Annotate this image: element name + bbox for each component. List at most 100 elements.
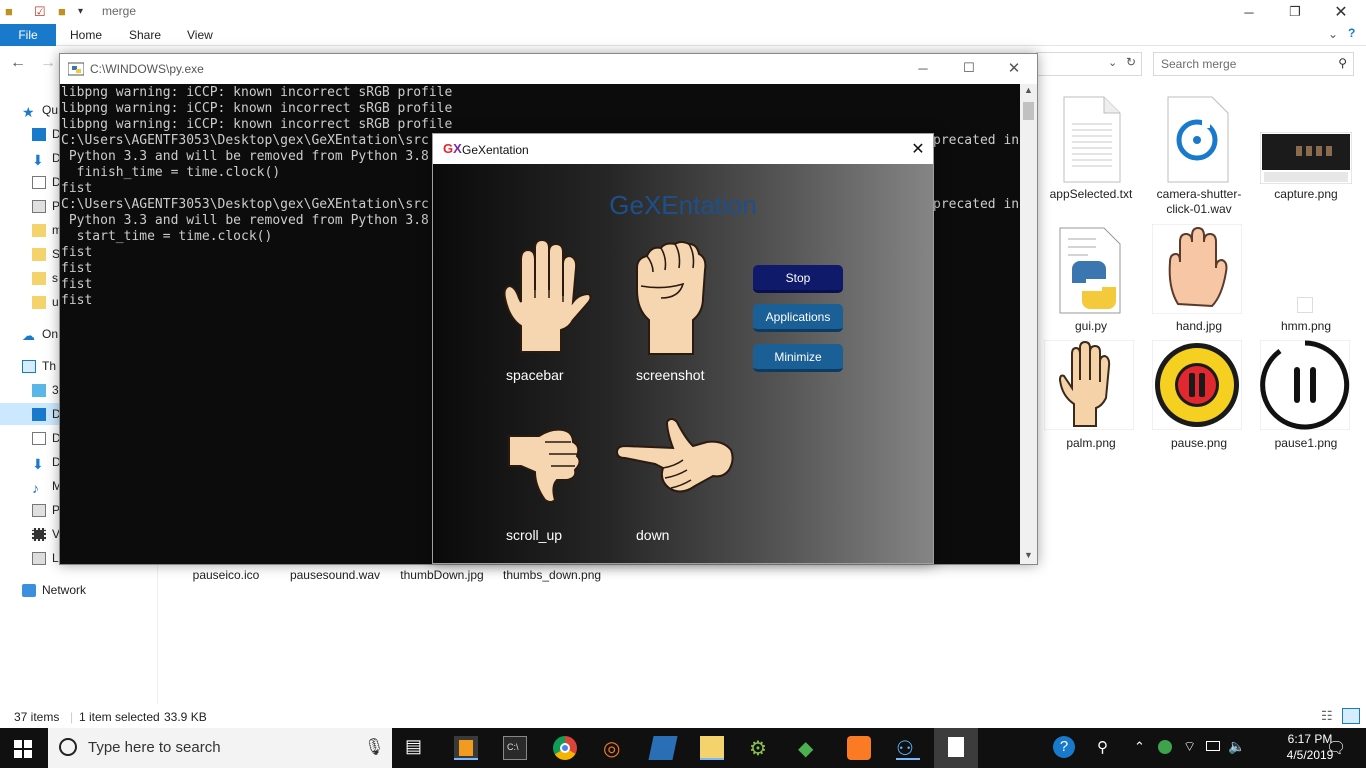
security-tray-icon[interactable] [1158,740,1172,754]
tab-view[interactable]: View [187,28,213,42]
file-label[interactable]: appSelected.txt [1043,187,1139,202]
chrome-icon[interactable] [553,736,577,760]
windows-start-icon[interactable] [14,740,32,758]
taskbar-search-box[interactable]: Type here to search 🎙 [48,728,392,768]
people-icon[interactable]: ⚲ [1097,738,1108,756]
address-dropdown-icon[interactable]: ⌄ [1108,56,1117,69]
details-view-icon[interactable]: ☷ [1321,708,1333,724]
forward-arrow-icon[interactable]: → [40,54,56,72]
desktop-icon [32,127,46,141]
file-label[interactable]: pause.png [1151,436,1247,451]
android-studio-icon[interactable]: ⚙ [749,736,773,760]
selected-count: 1 item selected [79,710,160,724]
gex-window-title: GeXentation [462,143,529,157]
pause1-image-icon[interactable] [1260,340,1350,430]
show-hidden-icons[interactable]: ⌃ [1134,739,1145,755]
address-bar[interactable]: ⌄ ↻ [1036,52,1142,76]
search-input[interactable]: Search merge ⚲ [1153,52,1354,76]
console-title-bar: C:\WINDOWS\py.exe ─ ☐ ✕ [60,54,1037,84]
ribbon-expand-icon[interactable]: ⌄ [1328,27,1338,41]
minimize-button[interactable]: Minimize [753,344,843,372]
palm-image-icon[interactable] [1044,340,1134,430]
file-label[interactable]: thumbs_down.png [503,568,601,583]
download-icon: ⬇ [32,151,44,168]
console-close-button[interactable]: ✕ [991,54,1037,82]
console-minimize-button[interactable]: ─ [900,54,946,82]
python-app-icon[interactable]: ⚇ [896,736,920,760]
task-view-icon[interactable]: ▤ [405,736,429,760]
console-line: libpng warning: iCCP: known incorrect sR… [61,101,453,116]
pause-image-icon[interactable] [1152,340,1242,430]
volume-icon[interactable]: 🔈 [1228,738,1245,755]
console-maximize-button[interactable]: ☐ [946,54,992,82]
tab-file[interactable]: File [0,24,56,46]
explorer-maximize-button[interactable]: ❐ [1272,0,1318,24]
point-gesture-icon [615,418,734,493]
nav-network[interactable]: Network [22,579,180,601]
back-arrow-icon[interactable]: ← [10,54,26,72]
gex-heading: GeXEntation [609,190,757,220]
file-label[interactable]: palm.png [1043,436,1139,451]
help-icon[interactable]: ? [1348,26,1355,40]
python-file-icon[interactable] [1058,227,1122,315]
file-label[interactable]: thumbDown.jpg [394,568,490,583]
image-file-icon[interactable] [1260,132,1352,184]
git-icon[interactable]: ◆ [798,736,822,760]
file-label[interactable]: hmm.png [1258,319,1354,334]
gex-close-button[interactable]: ✕ [895,134,941,164]
refresh-icon[interactable]: ↻ [1126,55,1136,69]
command-prompt-icon[interactable]: C:\ [503,736,527,760]
file-label[interactable]: pause1.png [1258,436,1354,451]
console-scroll-thumb[interactable] [1023,102,1034,120]
document-icon [32,175,46,189]
explorer-close-button[interactable]: ✕ [1318,0,1364,24]
file-label[interactable]: pauseico.ico [178,568,274,583]
text-file-icon[interactable] [1058,96,1122,184]
gex-title-bar: GX GeXentation ✕ [433,134,933,164]
python-console-icon [68,62,84,76]
stop-button[interactable]: Stop [753,265,843,293]
wifi-icon[interactable]: ⌔ [1183,738,1196,756]
folder-icon [32,247,46,261]
app-icon[interactable] [648,736,678,760]
blank-image-icon[interactable] [1297,297,1313,313]
folder-icon [32,223,46,237]
folder-icon: ■ [5,4,13,19]
pictures-icon [32,199,46,213]
applications-button[interactable]: Applications [753,304,843,332]
jupyter-icon[interactable]: ◎ [603,736,627,760]
help-tray-icon[interactable]: ? [1053,736,1075,758]
scroll-down-icon[interactable]: ▼ [1024,550,1033,560]
videos-icon [32,527,46,541]
gex-content: GeXEntation spacebar screenshot scroll_u… [433,164,933,563]
file-label[interactable]: hand.jpg [1151,319,1247,334]
status-divider: | [70,710,74,724]
console-scrollbar[interactable]: ▲ ▼ [1020,84,1037,564]
properties-icon[interactable]: ☑ [34,4,46,20]
battery-icon[interactable] [1206,741,1220,751]
sublime-text-icon[interactable] [454,736,478,760]
explorer-minimize-button[interactable]: ─ [1226,0,1272,24]
folder-icon [32,295,46,309]
xampp-icon[interactable] [847,736,871,760]
hand-image-icon[interactable] [1152,224,1242,314]
file-explorer-icon[interactable] [700,736,724,760]
tab-share[interactable]: Share [129,28,161,42]
active-window-button[interactable] [934,728,978,768]
audio-file-icon[interactable] [1166,96,1230,184]
console-line: libpng warning: iCCP: known incorrect sR… [61,117,453,132]
document-icon [32,431,46,445]
file-label[interactable]: capture.png [1258,187,1354,202]
tab-home[interactable]: Home [70,28,102,42]
desktop-icon [32,407,46,421]
microphone-icon[interactable]: 🎙 [364,737,384,757]
file-label[interactable]: camera-shutter-click-01.wav [1151,187,1247,217]
notifications-icon[interactable]: 🗨 [1326,738,1346,758]
file-label[interactable]: gui.py [1043,319,1139,334]
large-icons-view-icon[interactable] [1342,708,1360,724]
file-label[interactable]: pausesound.wav [287,568,383,583]
taskbar-search-placeholder: Type here to search [88,739,221,756]
scroll-up-icon[interactable]: ▲ [1024,85,1033,95]
new-folder-icon[interactable]: ■ [58,4,66,20]
customize-toolbar-icon[interactable]: ▾ [78,6,83,22]
